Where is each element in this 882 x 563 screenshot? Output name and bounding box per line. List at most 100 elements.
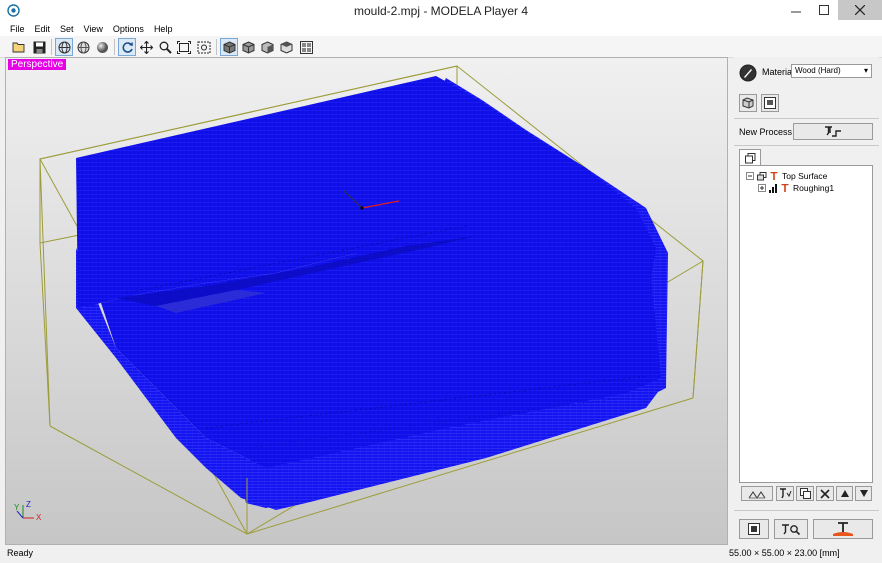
status-bars-icon [769, 183, 777, 193]
menu-help[interactable]: Help [149, 22, 178, 36]
title-bar: mould-2.mpj - MODELA Player 4 [0, 0, 882, 22]
minimize-icon [790, 11, 801, 13]
tool-edit-button[interactable] [776, 486, 794, 501]
stock-settings-button[interactable] [739, 94, 757, 112]
rotate-button[interactable] [118, 38, 136, 56]
menu-edit[interactable]: Edit [30, 22, 56, 36]
process-tree-icon [744, 152, 755, 163]
menu-set[interactable]: Set [55, 22, 79, 36]
zoom-icon [159, 41, 172, 54]
tool-search-icon [782, 523, 801, 535]
tool-check-icon [779, 488, 791, 499]
open-button[interactable] [10, 38, 28, 56]
chevron-down-icon: ▾ [863, 66, 868, 75]
arrow-down-icon [859, 490, 868, 497]
menu-options[interactable]: Options [108, 22, 149, 36]
menu-file[interactable]: File [0, 22, 30, 36]
cut-icon [833, 522, 853, 536]
model-scene: Z Y X [14, 65, 704, 535]
preview-cutting-button[interactable] [774, 519, 808, 539]
solid-view-button[interactable] [93, 38, 111, 56]
iso-view-icon [223, 40, 235, 54]
expand-icon[interactable] [758, 184, 766, 192]
tree-item-label: Roughing1 [793, 183, 835, 193]
process-tree[interactable]: Top Surface Roughing1 [739, 165, 873, 483]
top-view-button[interactable] [277, 38, 295, 56]
toolbar-separator [216, 39, 217, 55]
save-button[interactable] [30, 38, 48, 56]
process-wizard-button[interactable] [741, 486, 773, 501]
pan-icon [139, 40, 153, 54]
stop-icon [748, 523, 760, 535]
window-title: mould-2.mpj - MODELA Player 4 [353, 4, 529, 18]
stock-icon [742, 97, 754, 109]
divider [734, 145, 879, 146]
material-label: Material [762, 67, 795, 77]
delete-icon [820, 488, 830, 499]
maximize-icon [818, 5, 829, 15]
toolbar-separator [114, 39, 115, 55]
multi-view-icon [299, 40, 313, 54]
zoom-button[interactable] [156, 38, 174, 56]
model-mesh [76, 76, 668, 510]
menu-bar: File Edit Set View Options Help [0, 22, 882, 36]
surface-icon [757, 171, 767, 180]
tool-icon [781, 183, 789, 192]
copy-button[interactable] [796, 486, 814, 501]
delete-button[interactable] [816, 486, 834, 501]
axis-z-label: Z [26, 500, 31, 509]
stop-button[interactable] [739, 519, 769, 539]
model-settings-button[interactable] [761, 94, 779, 112]
process-panel: Material Wood (Hard) ▾ New Process Top S… [734, 57, 879, 545]
toolbar [0, 36, 882, 58]
collapse-icon[interactable] [746, 172, 754, 180]
maximize-button[interactable] [810, 0, 837, 20]
zoom-window-icon [197, 41, 211, 53]
material-icon[interactable] [739, 64, 757, 82]
tool-icon [770, 171, 778, 180]
wireframe-view-button[interactable] [55, 38, 73, 56]
save-icon [33, 41, 45, 53]
status-text: Ready [7, 548, 34, 558]
fit-view-button[interactable] [175, 38, 193, 56]
open-icon [12, 42, 25, 53]
move-down-button[interactable] [855, 486, 872, 501]
rotate-icon [121, 41, 133, 53]
viewport-3d[interactable]: Perspective Z Y X [5, 57, 728, 545]
minimize-button[interactable] [782, 0, 809, 20]
copy-icon [799, 488, 811, 499]
zoom-window-button[interactable] [195, 38, 213, 56]
axis-y-label: Y [14, 503, 20, 512]
multi-view-button[interactable] [297, 38, 315, 56]
new-process-label: New Process [739, 127, 793, 137]
side-view-button[interactable] [258, 38, 276, 56]
new-process-button[interactable] [793, 123, 873, 140]
iso-view-button[interactable] [220, 38, 238, 56]
divider [734, 118, 879, 119]
shaded-view-button[interactable] [74, 38, 92, 56]
close-icon [855, 5, 865, 15]
divider [734, 510, 879, 511]
model-settings-icon [764, 97, 776, 109]
menu-view[interactable]: View [79, 22, 108, 36]
tree-item-roughing1[interactable]: Roughing1 [758, 182, 834, 194]
front-view-button[interactable] [239, 38, 257, 56]
front-view-icon [242, 40, 254, 54]
tree-item-top-surface[interactable]: Top Surface [746, 170, 827, 182]
material-select[interactable]: Wood (Hard) ▾ [791, 64, 872, 78]
pan-button[interactable] [137, 38, 155, 56]
top-view-icon [280, 40, 292, 54]
move-up-button[interactable] [836, 486, 853, 501]
arrow-up-icon [840, 490, 849, 497]
status-bar: Ready 55.00 × 55.00 × 23.00 [mm] [0, 545, 882, 563]
dimensions-readout: 55.00 × 55.00 × 23.00 [mm] [729, 548, 840, 558]
tab-process-tree[interactable] [739, 149, 761, 166]
side-view-icon [261, 40, 273, 54]
close-button[interactable] [838, 0, 882, 20]
cut-button[interactable] [813, 519, 873, 539]
axis-indicator: Z Y X [14, 500, 42, 522]
toolpath-icon [748, 490, 766, 499]
new-process-icon [825, 126, 841, 137]
solid-sphere-icon [96, 41, 108, 53]
fit-icon [177, 40, 191, 54]
